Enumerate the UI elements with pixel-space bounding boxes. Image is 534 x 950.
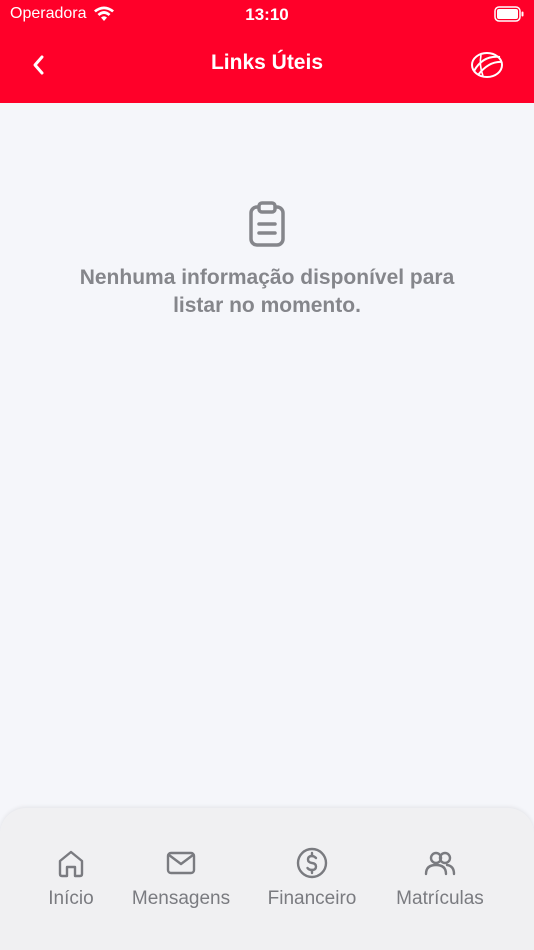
mail-icon bbox=[166, 851, 196, 875]
clipboard-icon bbox=[249, 201, 285, 247]
status-bar: Operadora 13:10 bbox=[0, 0, 534, 30]
app-header: Operadora 13:10 Links Úteis bbox=[0, 0, 534, 103]
tab-label: Financeiro bbox=[267, 888, 357, 909]
users-icon bbox=[424, 851, 456, 876]
tab-label: Matrículas bbox=[396, 888, 484, 909]
tab-matriculas[interactable]: Matrículas bbox=[393, 846, 487, 910]
tab-label: Mensagens bbox=[131, 888, 231, 909]
ball-logo-icon bbox=[471, 52, 503, 78]
tab-financeiro[interactable]: Financeiro bbox=[266, 846, 358, 910]
dollar-circle-icon bbox=[296, 847, 328, 879]
empty-state: Nenhuma informação disponível para lista… bbox=[0, 200, 534, 320]
tab-bar: Início Mensagens Financeiro Matrículas bbox=[0, 808, 534, 950]
tab-mensagens[interactable]: Mensagens bbox=[130, 846, 232, 910]
status-time: 13:10 bbox=[245, 5, 289, 24]
page-title: Links Úteis bbox=[210, 51, 324, 74]
battery-icon bbox=[494, 6, 524, 27]
home-icon bbox=[58, 850, 84, 878]
logo-button[interactable] bbox=[466, 44, 508, 86]
tab-inicio[interactable]: Início bbox=[42, 846, 100, 910]
empty-message: Nenhuma informação disponível para lista… bbox=[79, 266, 455, 317]
tab-label: Início bbox=[48, 888, 94, 909]
